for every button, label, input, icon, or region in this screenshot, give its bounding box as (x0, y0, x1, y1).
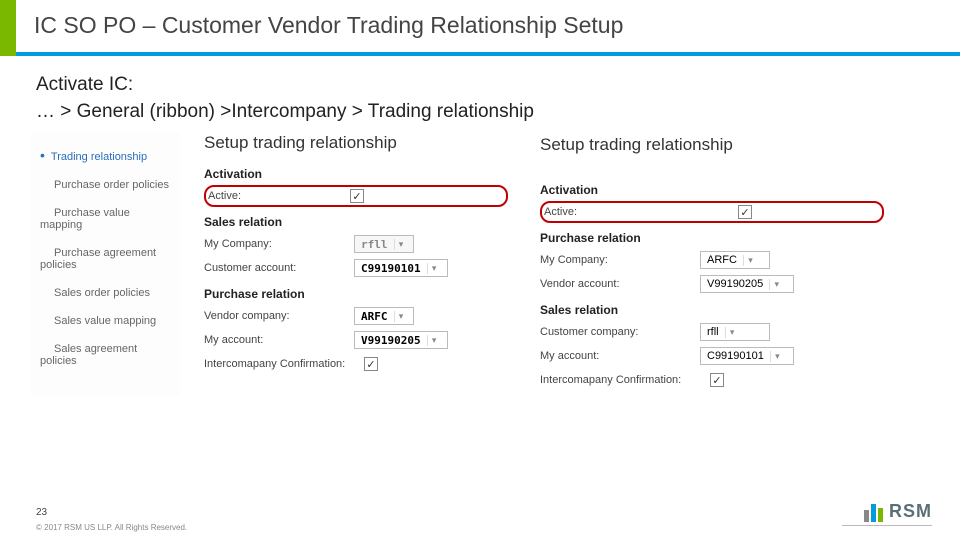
vendor-account-row-right: Vendor account: V99190205 ▾ (540, 273, 884, 295)
breadcrumb-line2: … > General (ribbon) >Intercompany > Tra… (36, 99, 960, 126)
my-company-value: rfll (355, 238, 394, 251)
intercompany-confirmation-label: Intercomapany Confirmation: (204, 358, 364, 370)
active-label: Active: (208, 190, 350, 202)
vendor-company-select[interactable]: ARFC ▾ (354, 307, 414, 325)
chevron-down-icon: ▾ (770, 351, 784, 362)
purchase-relation-header-right: Purchase relation (540, 231, 884, 245)
copyright: © 2017 RSM US LLP. All Rights Reserved. (36, 523, 187, 532)
chevron-down-icon: ▾ (427, 335, 441, 346)
title-bar: IC SO PO – Customer Vendor Trading Relat… (0, 0, 960, 56)
chevron-down-icon: ▾ (725, 327, 739, 338)
chevron-down-icon: ▾ (743, 255, 757, 266)
active-row-highlight: Active: (204, 185, 508, 207)
my-account-label: My account: (204, 334, 354, 346)
activation-header-right: Activation (540, 183, 884, 197)
customer-company-row-right: Customer company: rfll ▾ (540, 321, 884, 343)
vendor-company-value: ARFC (355, 310, 394, 323)
vendor-account-select-right[interactable]: V99190205 ▾ (700, 275, 794, 293)
page-number: 23 (36, 507, 47, 518)
my-company-select[interactable]: rfll ▾ (354, 235, 414, 253)
breadcrumb: Activate IC: … > General (ribbon) >Inter… (0, 56, 960, 133)
logo-text: RSM (889, 501, 932, 522)
my-account-row: My account: V99190205 ▾ (204, 329, 508, 351)
page-title: IC SO PO – Customer Vendor Trading Relat… (16, 0, 960, 56)
intercompany-confirmation-row: Intercomapany Confirmation: (204, 353, 508, 375)
customer-account-row: Customer account: C99190101 ▾ (204, 257, 508, 279)
customer-company-label-right: Customer company: (540, 326, 700, 338)
intercompany-confirmation-checkbox[interactable] (364, 357, 378, 371)
sidebar-item-sales-value-mapping[interactable]: Sales value mapping (30, 307, 180, 335)
right-form: Setup trading relationship Activation Ac… (532, 133, 892, 395)
intercompany-confirmation-label-right: Intercomapany Confirmation: (540, 374, 710, 386)
my-account-value: V99190205 (355, 334, 427, 347)
my-company-label-right: My Company: (540, 254, 700, 266)
customer-account-select[interactable]: C99190101 ▾ (354, 259, 448, 277)
intercompany-confirmation-row-right: Intercomapany Confirmation: (540, 369, 884, 391)
my-account-value-right: C99190101 (701, 350, 770, 362)
content-panels: Trading relationship Purchase order poli… (0, 133, 960, 395)
logo-divider (842, 525, 932, 526)
my-company-value-right: ARFC (701, 254, 743, 266)
activation-header: Activation (204, 167, 508, 181)
sidebar-item-purchase-order-policies[interactable]: Purchase order policies (30, 171, 180, 199)
accent-bar (0, 0, 16, 56)
chevron-down-icon: ▾ (394, 311, 408, 322)
my-company-label: My Company: (204, 238, 354, 250)
my-account-select[interactable]: V99190205 ▾ (354, 331, 448, 349)
purchase-relation-header: Purchase relation (204, 287, 508, 301)
sidebar-item-sales-order-policies[interactable]: Sales order policies (30, 279, 180, 307)
my-account-select-right[interactable]: C99190101 ▾ (700, 347, 794, 365)
intercompany-confirmation-checkbox-right[interactable] (710, 373, 724, 387)
vendor-account-label-right: Vendor account: (540, 278, 700, 290)
customer-account-label: Customer account: (204, 262, 354, 274)
my-account-label-right: My account: (540, 350, 700, 362)
sidebar-item-sales-agreement-policies[interactable]: Sales agreement policies (30, 335, 180, 375)
sidebar-item-purchase-value-mapping[interactable]: Purchase value mapping (30, 199, 180, 239)
active-row-highlight-right: Active: (540, 201, 884, 223)
vendor-company-row: Vendor company: ARFC ▾ (204, 305, 508, 327)
active-label-right: Active: (544, 206, 738, 218)
active-checkbox-right[interactable] (738, 205, 752, 219)
center-form-title: Setup trading relationship (204, 133, 508, 153)
sidebar-item-purchase-agreement-policies[interactable]: Purchase agreement policies (30, 239, 180, 279)
chevron-down-icon: ▾ (394, 239, 408, 250)
right-form-title: Setup trading relationship (540, 135, 884, 155)
center-form: Setup trading relationship Activation Ac… (196, 133, 516, 395)
sales-relation-header-right: Sales relation (540, 303, 884, 317)
active-checkbox[interactable] (350, 189, 364, 203)
chevron-down-icon: ▾ (769, 279, 783, 290)
my-company-row-right: My Company: ARFC ▾ (540, 249, 884, 271)
sales-relation-header: Sales relation (204, 215, 508, 229)
vendor-company-label: Vendor company: (204, 310, 354, 322)
sidebar: Trading relationship Purchase order poli… (30, 133, 180, 395)
my-company-row: My Company: rfll ▾ (204, 233, 508, 255)
breadcrumb-line1: Activate IC: (36, 72, 960, 99)
logo-bars-icon (864, 504, 883, 522)
customer-company-value-right: rfll (701, 326, 725, 338)
rsm-logo: RSM (864, 501, 932, 522)
customer-company-select-right[interactable]: rfll ▾ (700, 323, 770, 341)
my-company-select-right[interactable]: ARFC ▾ (700, 251, 770, 269)
customer-account-value: C99190101 (355, 262, 427, 275)
vendor-account-value-right: V99190205 (701, 278, 769, 290)
my-account-row-right: My account: C99190101 ▾ (540, 345, 884, 367)
sidebar-item-trading-relationship[interactable]: Trading relationship (30, 139, 180, 171)
chevron-down-icon: ▾ (427, 263, 441, 274)
